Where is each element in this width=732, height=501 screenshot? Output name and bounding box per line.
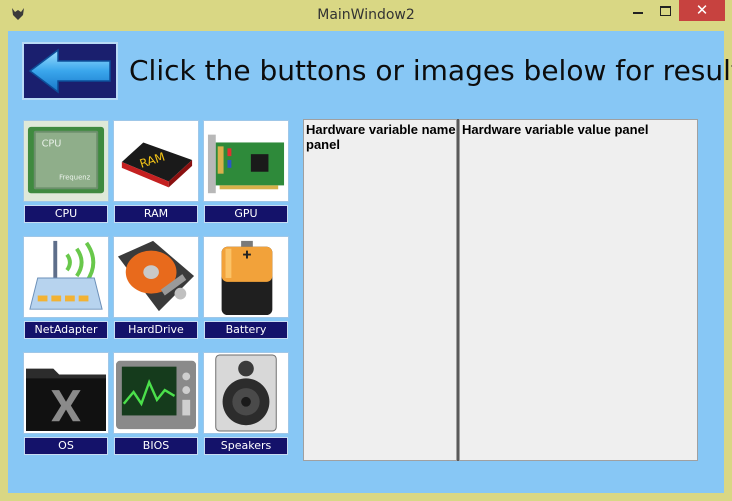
tile-ram[interactable]: RAM RAM (112, 119, 200, 228)
os-image[interactable] (23, 352, 109, 434)
tile-label-cpu[interactable]: CPU (24, 205, 108, 223)
ram-image[interactable]: RAM (113, 120, 199, 202)
battery-image[interactable] (203, 236, 289, 318)
tile-battery[interactable]: Battery (202, 235, 290, 344)
minimize-button[interactable] (624, 0, 652, 21)
harddrive-icon (114, 237, 198, 317)
tile-harddrive[interactable]: HardDrive (112, 235, 200, 344)
client-area: Click the buttons or images below for re… (8, 31, 732, 493)
harddrive-image[interactable] (113, 236, 199, 318)
tile-netadapter[interactable]: NetAdapter (22, 235, 110, 344)
bios-monitor-icon (114, 353, 198, 433)
tile-label-ram[interactable]: RAM (114, 205, 198, 223)
maximize-button[interactable] (652, 0, 678, 21)
tile-label-os[interactable]: OS (24, 437, 108, 455)
tile-gpu[interactable]: GPU (202, 119, 290, 228)
gpu-image[interactable] (203, 120, 289, 202)
close-button[interactable]: ✕ (679, 0, 725, 21)
hardware-name-panel: Hardware variable name panel (303, 119, 457, 461)
title-bar[interactable]: MainWindow2 ✕ (0, 0, 732, 30)
tile-cpu[interactable]: CPU Frequenz CPU (22, 119, 110, 228)
speakers-image[interactable] (203, 352, 289, 434)
tile-label-speakers[interactable]: Speakers (204, 437, 288, 455)
name-panel-title: Hardware variable name panel (306, 122, 456, 152)
router-icon (24, 237, 108, 317)
tile-speakers[interactable]: Speakers (202, 351, 290, 460)
back-button[interactable] (22, 42, 118, 100)
battery-icon (204, 237, 288, 317)
left-arrow-icon (28, 48, 111, 94)
cpu-icon-text: CPU (42, 138, 62, 149)
tile-label-bios[interactable]: BIOS (114, 437, 198, 455)
os-folder-icon (24, 353, 108, 433)
speaker-icon (204, 353, 288, 433)
main-window: MainWindow2 ✕ Click the buttons or image… (0, 0, 732, 501)
tile-bios[interactable]: BIOS (112, 351, 200, 460)
tile-label-harddrive[interactable]: HardDrive (114, 321, 198, 339)
hardware-value-panel: Hardware variable value panel (459, 119, 698, 461)
netadapter-image[interactable] (23, 236, 109, 318)
tile-os[interactable]: OS (22, 351, 110, 460)
tile-label-battery[interactable]: Battery (204, 321, 288, 339)
bios-image[interactable] (113, 352, 199, 434)
value-panel-title: Hardware variable value panel (462, 122, 649, 137)
gpu-icon (204, 121, 288, 201)
window-title: MainWindow2 (317, 7, 415, 23)
instruction-heading: Click the buttons or images below for re… (129, 54, 732, 87)
tile-label-gpu[interactable]: GPU (204, 205, 288, 223)
tile-label-netadapter[interactable]: NetAdapter (24, 321, 108, 339)
ram-icon: RAM (114, 121, 198, 201)
cpu-icon-subtext: Frequenz (59, 174, 90, 182)
cpu-image[interactable]: CPU Frequenz (23, 120, 109, 202)
cpu-icon: CPU Frequenz (24, 121, 108, 201)
